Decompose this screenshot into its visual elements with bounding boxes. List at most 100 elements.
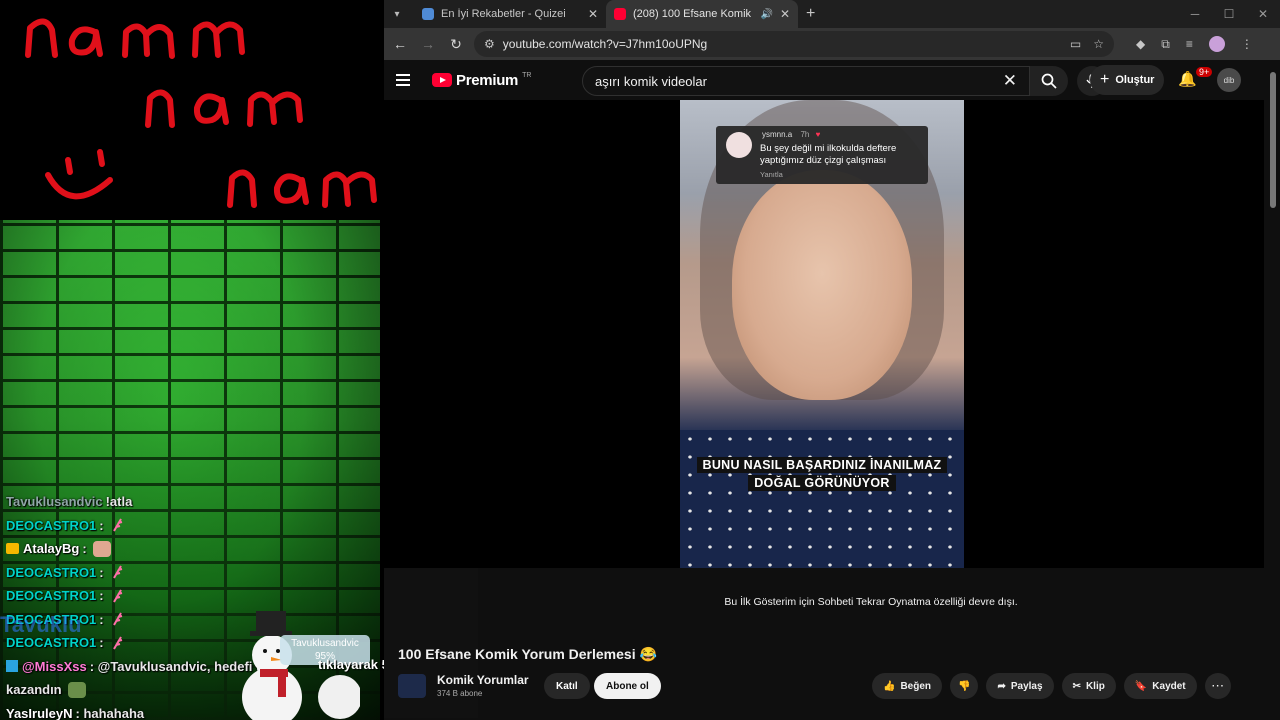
menu-kebab-icon[interactable]: ⋮ (1241, 37, 1253, 51)
ticker-name: Tavuklusandvic (291, 638, 359, 649)
save-label: Kaydet (1152, 680, 1186, 692)
tab-bar: ▾ En İyi Rekabetler - Quizei ✕ (208) 100… (384, 0, 1280, 28)
chat-message: DEOCASTRO1 : (0, 514, 380, 538)
video-caption: BUNU NASIL BAŞARDINIZ İNANILMAZ DOĞAL GÖ… (696, 456, 948, 492)
tab-quizei[interactable]: En İyi Rekabetler - Quizei ✕ (414, 0, 606, 28)
reply-label: Yanıtla (760, 170, 783, 179)
chat-username: AtalayBg (23, 541, 80, 557)
more-options-button[interactable]: ⋯ (1204, 673, 1231, 699)
feather-emote-icon (112, 636, 122, 650)
scissors-icon: ✂ (1072, 680, 1081, 692)
cast-icon[interactable]: ▭ (1070, 37, 1081, 51)
channel-avatar[interactable] (398, 674, 426, 698)
comment-text: Bu şey değil mi ilkokulda deftere yaptığ… (760, 143, 897, 166)
subscriber-count: 374 B abone (437, 689, 483, 698)
video-title: 100 Efsane Komik Yorum Derlemesi 😂 (398, 646, 657, 662)
channel-name[interactable]: Komik Yorumlar (437, 673, 529, 687)
reload-icon[interactable]: ↻ (446, 36, 466, 53)
video-frame: ysmnn.a 7h ♥ Bu şey değil mi ilkokulda d… (680, 100, 964, 568)
chat-username: DEOCASTRO1 (6, 564, 97, 580)
subscribe-button[interactable]: Abone ol (594, 673, 661, 699)
close-tab-icon[interactable]: ✕ (588, 7, 598, 21)
site-info-icon[interactable]: ⚙ (484, 37, 495, 51)
close-window-icon[interactable]: ✕ (1246, 0, 1280, 28)
chat-text: : (82, 541, 87, 557)
comment-time: 7h (800, 130, 810, 139)
commenter-avatar (726, 132, 752, 158)
like-button[interactable]: 👍 Beğen (872, 673, 943, 699)
chat-disabled-notice: Bu İlk Gösterim için Sohbeti Tekrar Oyna… (724, 596, 1018, 608)
video-shirt-dots (680, 430, 964, 568)
window-controls: ─ ☐ ✕ (1178, 0, 1280, 28)
chat-text: : (99, 611, 104, 627)
watermark-logo: Tavuklu (0, 612, 82, 637)
heart-icon: ♥ (815, 130, 821, 139)
feather-emote-icon (112, 518, 122, 532)
feather-emote-icon (112, 565, 122, 579)
browser-toolbar: ← → ↻ ⚙ youtube.com/watch?v=J7hm10oUPNg … (384, 28, 1280, 60)
account-avatar[interactable]: dib (1217, 68, 1241, 92)
tab-title: En İyi Rekabetler - Quizei (441, 8, 566, 20)
stream-overlay: Tavuklusandvic !atla DEOCASTRO1 : Atalay… (0, 0, 424, 720)
join-label: Katıl (556, 680, 578, 692)
bookmark-star-icon[interactable]: ☆ (1093, 37, 1104, 51)
extensions-puzzle-icon[interactable]: ⧉ (1161, 37, 1170, 52)
page-scrollbar[interactable] (1270, 60, 1276, 710)
save-button[interactable]: 🔖 Kaydet (1123, 673, 1197, 699)
plus-icon: + (1100, 71, 1110, 88)
tab-youtube[interactable]: (208) 100 Efsane Komik Yorum 🔊 ✕ (606, 0, 798, 28)
new-tab-button[interactable]: + (806, 5, 815, 23)
youtube-header: Premium TR aşırı komik videolar ✕ + Oluş… (384, 60, 1280, 100)
chat-text: : hahahaha (75, 705, 145, 720)
crown-badge-icon (6, 543, 19, 555)
logo-text: Premium (456, 71, 519, 89)
chat-text: !atla (105, 494, 133, 510)
notifications-bell-icon[interactable]: 🔔 (1178, 70, 1197, 88)
create-button[interactable]: + Oluştur (1090, 65, 1165, 95)
share-button[interactable]: ➦ Paylaş (986, 673, 1054, 699)
caption-line: BUNU NASIL BAŞARDINIZ İNANILMAZ (696, 457, 948, 473)
maximize-icon[interactable]: ☐ (1212, 0, 1246, 28)
quizei-favicon-icon (422, 8, 434, 20)
chat-username: YasIruleyN (6, 705, 73, 720)
region-code: TR (522, 71, 532, 79)
bookmark-icon: 🔖 (1134, 680, 1148, 692)
share-arrow-icon: ➦ (997, 680, 1006, 692)
thumbs-down-icon: 👎 (958, 680, 971, 692)
video-player[interactable]: ysmnn.a 7h ♥ Bu şey değil mi ilkokulda d… (384, 100, 1264, 568)
dislike-button[interactable]: 👎 (950, 673, 979, 699)
youtube-logo[interactable]: Premium TR (432, 72, 531, 89)
clear-search-icon[interactable]: ✕ (1003, 71, 1017, 91)
search-button[interactable] (1030, 66, 1068, 96)
chat-username: DEOCASTRO1 (6, 517, 97, 533)
channel-row: Komik Yorumlar 374 B abone Katıl Abone o… (398, 672, 1260, 700)
extension-diamond-icon[interactable]: ◆ (1136, 37, 1145, 51)
clip-button[interactable]: ✂ Klip (1061, 673, 1116, 699)
search-icon (1041, 73, 1057, 89)
face-emote-icon (92, 540, 111, 557)
menu-icon[interactable] (396, 74, 416, 86)
url-text: youtube.com/watch?v=J7hm10oUPNg (502, 37, 708, 51)
chat-message: DEOCASTRO1 : (0, 584, 380, 608)
scroll-thumb[interactable] (1270, 72, 1276, 208)
chat-message: Tavuklusandvic !atla (0, 490, 380, 514)
forward-icon[interactable]: → (418, 36, 438, 52)
chat-message: AtalayBg : (0, 537, 380, 561)
frog-emote-icon (67, 681, 86, 698)
close-tab-icon[interactable]: ✕ (780, 7, 790, 21)
search-query: aşırı komik videolar (595, 73, 707, 89)
address-bar[interactable]: ⚙ youtube.com/watch?v=J7hm10oUPNg ▭ ☆ (474, 31, 1114, 57)
youtube-play-icon (432, 73, 452, 87)
tab-search-button[interactable]: ▾ (386, 3, 408, 25)
profile-avatar[interactable] (1208, 36, 1225, 52)
speaker-icon[interactable]: 🔊 (760, 9, 772, 20)
red-handwriting-drawing (25, 18, 377, 208)
youtube-favicon-icon (614, 8, 626, 20)
caption-line: DOĞAL GÖRÜNÜYOR (748, 475, 896, 491)
back-icon[interactable]: ← (390, 36, 410, 52)
minimize-icon[interactable]: ─ (1178, 0, 1212, 28)
search-input[interactable]: aşırı komik videolar ✕ (582, 66, 1030, 96)
media-control-icon[interactable]: ≡ (1186, 37, 1193, 51)
join-button[interactable]: Katıl (544, 673, 590, 699)
chat-text: kazandın (6, 682, 62, 698)
